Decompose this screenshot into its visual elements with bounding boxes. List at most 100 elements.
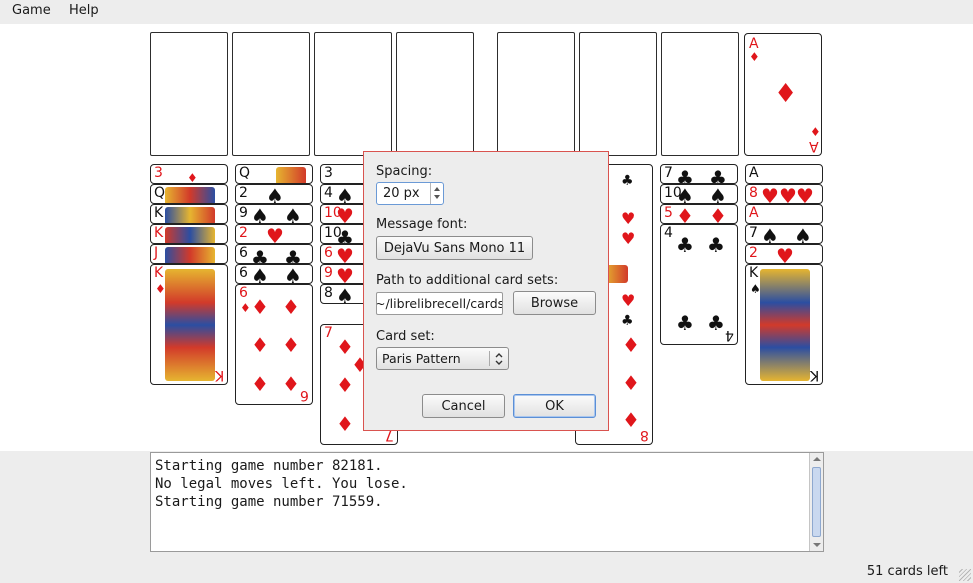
diamond-icon: ♦ — [240, 301, 251, 315]
card-rank: K — [154, 225, 164, 241]
card-rank: 8 — [749, 185, 758, 201]
card-rank: 6 — [239, 245, 248, 261]
card-rank: 4 — [324, 185, 333, 201]
club-icon: ♣ — [676, 311, 694, 335]
font-button[interactable]: DejaVu Sans Mono 11 — [376, 236, 533, 260]
card-four-clubs[interactable]: 4 ♣ ♣ ♣ ♣ 4 — [660, 224, 738, 345]
scroll-thumb[interactable] — [812, 467, 821, 537]
card[interactable]: 6 ♠ ♠ — [235, 264, 313, 284]
diamond-icon: ♦ — [774, 79, 798, 109]
spade-icon: ♠ — [709, 184, 727, 204]
diamond-icon: ♦ — [810, 125, 821, 139]
card-path-value[interactable]: ~/librelibrecell/cards — [377, 296, 502, 311]
ok-button[interactable]: OK — [513, 394, 596, 418]
spade-icon: ♠ — [266, 184, 284, 204]
card-rank: 6 — [300, 387, 309, 403]
card[interactable]: 3 ♦ — [150, 164, 228, 184]
freecell-1[interactable] — [150, 32, 228, 156]
diamond-icon: ♦ — [622, 333, 640, 357]
card[interactable]: 6 ♣ ♣ — [235, 244, 313, 264]
diamond-icon: ♦ — [251, 372, 269, 396]
increment-icon[interactable] — [434, 187, 440, 191]
card-rank: J — [154, 245, 159, 261]
card-rank: 8 — [324, 285, 333, 301]
path-label: Path to additional card sets: — [376, 273, 559, 288]
card[interactable]: K — [150, 204, 228, 224]
log-scrollbar[interactable] — [809, 453, 823, 551]
club-icon: ♣ — [621, 313, 634, 329]
diamond-icon: ♦ — [336, 373, 354, 397]
card[interactable]: Q — [235, 164, 313, 184]
diamond-icon: ♦ — [622, 408, 640, 432]
card[interactable]: 9 ♠ ♠ — [235, 204, 313, 224]
diamond-icon: ♦ — [709, 204, 727, 224]
spacing-value[interactable]: 20 px — [383, 186, 420, 201]
menu-help[interactable]: Help — [69, 3, 99, 18]
card-six-diamonds[interactable]: 6 ♦ ♦ ♦ ♦ ♦ ♦ ♦ 6 — [235, 284, 313, 405]
heart-icon: ♥ — [796, 184, 814, 204]
heart-icon: ♥ — [761, 184, 779, 204]
card[interactable]: J — [150, 244, 228, 264]
card[interactable]: 7 ♠ ♠ — [745, 224, 823, 244]
freecell-3[interactable] — [314, 32, 392, 156]
scroll-up-icon[interactable] — [813, 457, 821, 461]
card[interactable]: 2 ♥ — [745, 244, 823, 264]
card-king-diamonds[interactable]: K ♦ K — [150, 264, 228, 385]
diamond-icon: ♦ — [187, 171, 198, 184]
card-rank: Q — [154, 185, 166, 201]
card[interactable]: Q — [150, 184, 228, 204]
updown-icon — [495, 353, 503, 365]
card-rank: 4 — [664, 225, 673, 241]
foundation-1[interactable] — [497, 32, 575, 156]
card[interactable]: 2 ♠ — [235, 184, 313, 204]
spade-icon: ♠ — [251, 204, 269, 224]
cardset-label: Card set: — [376, 329, 435, 344]
club-icon: ♣ — [251, 246, 269, 264]
card[interactable]: 7 ♣ ♣ — [660, 164, 738, 184]
card-rank: 6 — [239, 265, 248, 281]
card[interactable]: A — [745, 204, 823, 224]
card-rank: 2 — [749, 245, 758, 261]
decrement-icon[interactable] — [434, 195, 440, 199]
card[interactable]: 5 ♦ ♦ — [660, 204, 738, 224]
freecell-2[interactable] — [232, 32, 310, 156]
card-rank: 2 — [239, 225, 248, 241]
foundation-2[interactable] — [579, 32, 657, 156]
spin-arrows[interactable] — [430, 183, 443, 204]
card-rank: 6 — [324, 245, 333, 261]
resize-grip[interactable] — [959, 569, 971, 581]
card-king-spades[interactable]: K ♠ K — [745, 264, 823, 385]
spacing-spinbutton[interactable]: 20 px — [376, 182, 444, 205]
card[interactable]: 2 ♥ — [235, 224, 313, 244]
browse-button[interactable]: Browse — [513, 291, 596, 315]
card[interactable]: K — [150, 224, 228, 244]
spade-icon: ♠ — [794, 224, 812, 244]
club-icon: ♣ — [284, 246, 302, 264]
diamond-icon: ♦ — [282, 333, 300, 357]
heart-icon: ♥ — [266, 224, 284, 244]
card-rank: 7 — [324, 325, 333, 341]
scroll-down-icon[interactable] — [813, 543, 821, 547]
king-figure — [760, 269, 810, 381]
foundation-card-ace-diamonds[interactable]: A ♦ ♦ ♦ A — [744, 33, 822, 156]
card-rank: A — [749, 165, 759, 181]
cancel-button[interactable]: Cancel — [422, 394, 505, 418]
club-icon: ♣ — [336, 226, 354, 244]
card[interactable]: 8 ♥ ♥ ♥ — [745, 184, 823, 204]
club-icon: ♣ — [709, 166, 727, 184]
message-log[interactable]: Starting game number 82181. No legal mov… — [150, 452, 824, 552]
freecell-4[interactable] — [396, 32, 474, 156]
cardset-combobox[interactable]: Paris Pattern — [376, 347, 509, 370]
card-rank: A — [749, 205, 759, 221]
card-rank: 7 — [664, 165, 673, 181]
menu-game[interactable]: Game — [12, 3, 51, 18]
foundation-3[interactable] — [661, 32, 739, 156]
card-rank: K — [215, 367, 225, 383]
diamond-icon: ♦ — [336, 412, 354, 436]
diamond-icon: ♦ — [282, 295, 300, 319]
card-path-input[interactable]: ~/librelibrecell/cards — [376, 292, 503, 315]
heart-icon: ♥ — [336, 204, 354, 224]
card[interactable]: A — [745, 164, 823, 184]
spade-icon: ♠ — [284, 264, 302, 284]
card[interactable]: 10 ♠ ♠ — [660, 184, 738, 204]
